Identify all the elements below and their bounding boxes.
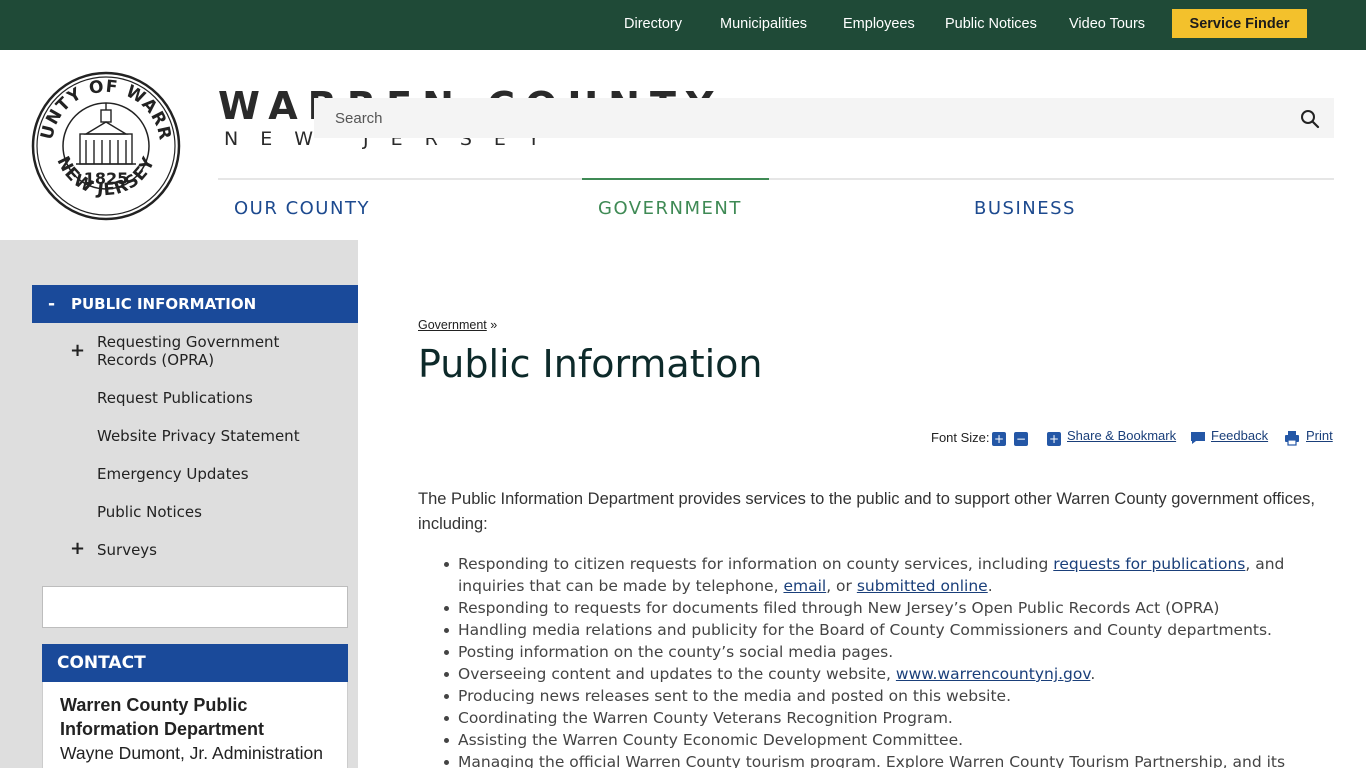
main-nav-government[interactable]: GOVERNMENT <box>598 198 742 219</box>
list-item-text: Coordinating the Warren County Veterans … <box>458 709 953 727</box>
font-size-label: Font Size: <box>931 430 990 445</box>
list-item: Coordinating the Warren County Veterans … <box>444 707 1338 729</box>
contact-header: CONTACT <box>42 644 348 682</box>
sidebar-header-label: PUBLIC INFORMATION <box>71 295 257 313</box>
feedback-link[interactable]: Feedback <box>1211 428 1268 443</box>
list-item-text: . <box>1090 665 1096 683</box>
print-link[interactable]: Print <box>1306 428 1333 443</box>
breadcrumb-separator: » <box>490 318 498 332</box>
nav-link-employees[interactable]: Employees <box>843 16 915 32</box>
sidebar-item-request-publications[interactable]: Request Publications <box>97 389 327 407</box>
list-item-text: , or <box>826 577 857 595</box>
list-item-text: inquiries that can be made by telephone, <box>458 577 784 595</box>
search-icon[interactable] <box>1300 109 1320 129</box>
utility-bar: Directory Municipalities Employees Publi… <box>0 0 1366 50</box>
list-item-text: , and <box>1245 555 1285 573</box>
content-link[interactable]: requests for publications <box>1053 555 1245 573</box>
county-seal-logo[interactable]: COUNTY OF WARREN NEW JERSEY 1825 <box>30 70 182 222</box>
font-increase-button[interactable]: + <box>992 432 1006 446</box>
list-item-text: Handling media relations and publicity f… <box>458 621 1272 639</box>
main-nav-our-county[interactable]: OUR COUNTY <box>234 198 370 219</box>
sidebar-item-opra[interactable]: Requesting Government Records (OPRA) <box>97 333 327 369</box>
list-item-text: Overseeing content and updates to the co… <box>458 665 896 683</box>
site-search <box>314 98 1334 138</box>
search-input[interactable] <box>314 98 1284 138</box>
expand-icon[interactable]: + <box>70 340 85 361</box>
page-title: Public Information <box>418 342 763 386</box>
collapse-icon[interactable]: - <box>32 294 71 314</box>
contact-card: Warren County Public Information Departm… <box>42 682 348 768</box>
expand-icon[interactable]: + <box>70 538 85 559</box>
nav-link-municipalities[interactable]: Municipalities <box>720 16 807 32</box>
contact-name: Warren County Public Information Departm… <box>60 695 265 739</box>
content-link[interactable]: email <box>783 577 826 595</box>
sidebar-header-public-information[interactable]: - PUBLIC INFORMATION <box>32 285 358 323</box>
list-item-text: Assisting the Warren County Economic Dev… <box>458 731 964 749</box>
sidebar-item-public-notices[interactable]: Public Notices <box>97 503 327 521</box>
breadcrumb: Government » <box>418 318 497 332</box>
list-item: Managing the official Warren County tour… <box>444 751 1338 768</box>
svg-text:1825: 1825 <box>84 169 129 188</box>
contact-address: Wayne Dumont, Jr. Administration <box>60 743 323 763</box>
sidebar-item-surveys[interactable]: Surveys <box>97 541 327 559</box>
nav-link-public-notices[interactable]: Public Notices <box>945 16 1037 32</box>
list-item-text: Posting information on the county’s soci… <box>458 643 894 661</box>
list-item-text: Responding to citizen requests for infor… <box>458 555 1054 573</box>
breadcrumb-link-government[interactable]: Government <box>418 318 487 332</box>
print-icon <box>1285 431 1299 446</box>
main-nav-active-indicator <box>582 178 769 180</box>
intro-paragraph: The Public Information Department provid… <box>418 490 1315 533</box>
content-link[interactable]: www.warrencountynj.gov <box>896 665 1090 683</box>
main-nav-business[interactable]: BUSINESS <box>974 198 1076 219</box>
list-item: Responding to requests for documents fil… <box>444 597 1338 619</box>
list-item-text: . <box>987 577 993 595</box>
main-nav-divider <box>218 178 1334 180</box>
sidebar-blank-box <box>42 586 348 628</box>
list-item: Posting information on the county’s soci… <box>444 641 1338 663</box>
list-item: inquiries that can be made by telephone,… <box>458 575 1338 597</box>
list-item: Producing news releases sent to the medi… <box>444 685 1338 707</box>
content-link[interactable]: submitted online <box>857 577 988 595</box>
list-item-text: Responding to requests for documents fil… <box>458 599 1220 617</box>
list-item: Responding to citizen requests for infor… <box>444 553 1338 575</box>
service-finder-button[interactable]: Service Finder <box>1172 9 1307 38</box>
list-item: Assisting the Warren County Economic Dev… <box>444 729 1338 751</box>
list-item: Overseeing content and updates to the co… <box>444 663 1338 685</box>
print-link-wrap: Print <box>1306 428 1333 443</box>
sidebar-item-privacy-statement[interactable]: Website Privacy Statement <box>97 427 327 445</box>
feedback-link-wrap: Feedback <box>1211 428 1268 443</box>
nav-link-video-tours[interactable]: Video Tours <box>1069 16 1145 32</box>
feedback-icon <box>1191 432 1205 444</box>
share-bookmark-link[interactable]: Share & Bookmark <box>1067 428 1176 443</box>
services-list: Responding to citizen requests for infor… <box>444 553 1338 768</box>
nav-link-directory[interactable]: Directory <box>624 16 682 32</box>
list-item: Handling media relations and publicity f… <box>444 619 1338 641</box>
list-item-text: Managing the official Warren County tour… <box>458 753 1286 768</box>
sidebar-item-emergency-updates[interactable]: Emergency Updates <box>97 465 327 483</box>
share-plus-icon: + <box>1047 432 1061 446</box>
list-item-text: Producing news releases sent to the medi… <box>458 687 1012 705</box>
font-decrease-button[interactable]: − <box>1014 432 1028 446</box>
share-bookmark-link-wrap: Share & Bookmark <box>1067 428 1176 443</box>
